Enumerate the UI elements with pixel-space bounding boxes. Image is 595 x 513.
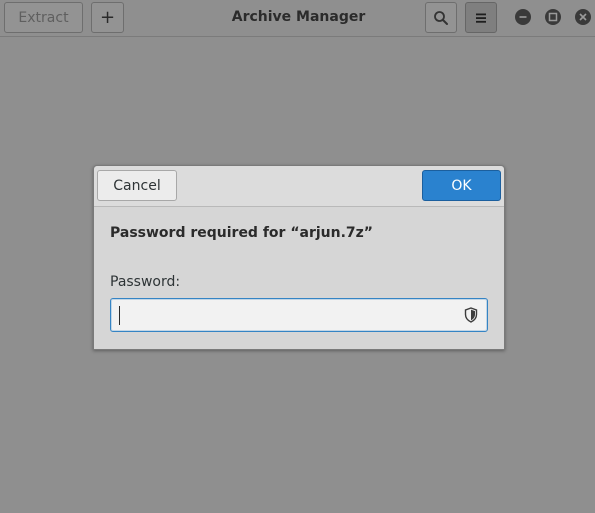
password-field[interactable] xyxy=(110,298,488,332)
password-input[interactable] xyxy=(111,299,461,331)
search-button[interactable] xyxy=(425,2,457,33)
headerbar: Extract + Archive Manager xyxy=(0,0,595,37)
hamburger-menu-icon xyxy=(476,13,486,23)
close-icon xyxy=(579,13,587,21)
search-icon xyxy=(434,10,448,25)
cancel-button[interactable]: Cancel xyxy=(97,170,177,201)
close-button[interactable] xyxy=(575,9,591,25)
password-label: Password: xyxy=(110,274,181,290)
text-cursor xyxy=(119,306,120,325)
minimize-button[interactable] xyxy=(515,9,531,25)
shield-icon xyxy=(464,307,478,323)
maximize-icon xyxy=(548,12,558,22)
dialog-message: Password required for “arjun.7z” xyxy=(110,225,374,241)
ok-button[interactable]: OK xyxy=(422,170,501,201)
minimize-icon xyxy=(519,16,527,18)
add-files-button[interactable]: + xyxy=(91,2,124,33)
dialog-header: Cancel OK xyxy=(94,166,504,207)
password-dialog: Cancel OK Password required for “arjun.7… xyxy=(93,165,505,350)
menu-button[interactable] xyxy=(465,2,497,33)
extract-button[interactable]: Extract xyxy=(4,2,83,33)
window-title: Archive Manager xyxy=(231,9,366,25)
maximize-button[interactable] xyxy=(545,9,561,25)
